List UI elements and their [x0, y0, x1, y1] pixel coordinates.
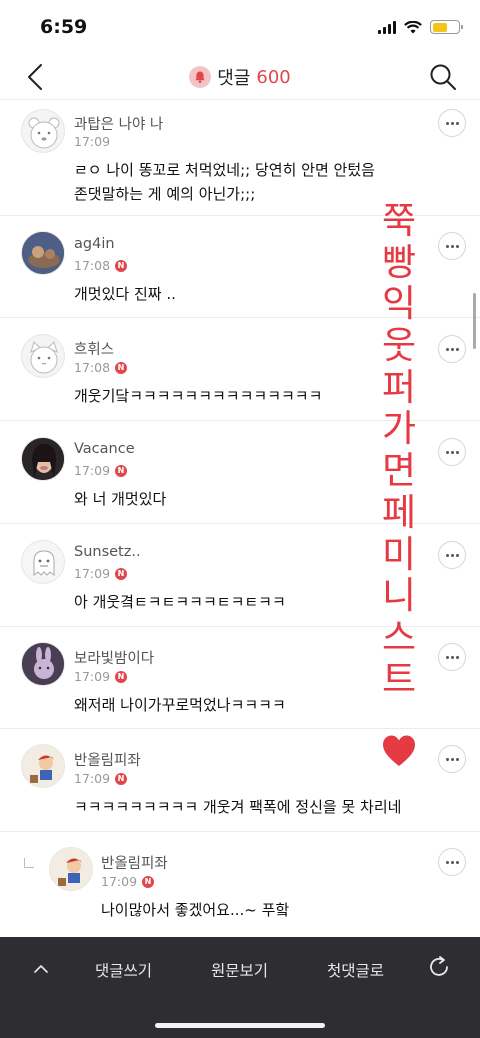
first-comment-button[interactable]: 첫댓글로 — [327, 959, 384, 981]
comment-author: 반올림피좌 — [74, 753, 141, 769]
comment-time: 17:09 — [74, 134, 111, 149]
comment-time: 17:09 — [74, 463, 111, 478]
new-badge: N — [115, 772, 128, 785]
comment-time: 17:09 — [74, 669, 111, 684]
overlay-char: 쭉 — [381, 199, 417, 242]
comment-author: 보라빛밤이다 — [74, 651, 155, 667]
comment-author: ag4in — [74, 236, 115, 252]
overlay-char: 면 — [381, 449, 417, 493]
new-badge: N — [115, 567, 128, 580]
comment-meta: 17:09 — [74, 134, 110, 149]
comment-body: ㅋㅋㅋㅋㅋㅋㅋㅋㅋ 개웃겨 팩폭에 정신을 못 차리네 — [74, 798, 402, 816]
comment-meta: 17:09 N — [74, 669, 128, 684]
comment-body: 와 너 개멋있다 — [74, 490, 167, 508]
scrollbar[interactable] — [473, 293, 476, 349]
more-button[interactable] — [438, 109, 466, 137]
view-original-button[interactable]: 원문보기 — [211, 959, 268, 981]
comment-time: 17:09 — [74, 566, 111, 581]
reply-indicator-icon — [24, 858, 34, 868]
wifi-icon — [404, 20, 422, 33]
bell-icon — [189, 66, 212, 88]
new-badge: N — [115, 464, 128, 477]
more-button[interactable] — [438, 541, 466, 569]
title-label: 댓글 — [217, 68, 251, 89]
cat-avatar[interactable] — [21, 334, 65, 378]
cartoon-avatar[interactable] — [21, 744, 65, 788]
signal-icon — [378, 20, 396, 34]
heart-icon — [383, 735, 415, 766]
status-icons — [378, 20, 463, 34]
comment-meta: 17:08 N — [74, 360, 128, 375]
refresh-icon[interactable] — [426, 954, 452, 980]
comment-time: 17:09 — [101, 874, 138, 889]
overlay-char: 웃 — [381, 324, 417, 368]
battery-icon — [430, 20, 463, 34]
more-button[interactable] — [438, 438, 466, 466]
nav-bar: 댓글 600 — [0, 56, 480, 100]
overlay-char: 페 — [381, 490, 417, 534]
comment-author: 반올림피좌 — [101, 856, 168, 872]
status-bar: 6:59 — [0, 0, 480, 56]
page-title: 댓글 600 — [0, 64, 480, 90]
comment-meta: 17:09 N — [101, 874, 155, 889]
comment-body: ㄹㅇ 나이 똥꼬로 처먹었네;; 당연히 안면 안텄음 존댓말하는 게 예의 아… — [74, 161, 375, 203]
reply-item: 반올림피좌 17:09 N 나이많아서 좋겠어요...~ 푸핰 — [0, 832, 480, 937]
more-button[interactable] — [438, 232, 466, 260]
comment-body: 개멋있다 진짜 .. — [74, 285, 176, 303]
comment-count: 600 — [256, 66, 291, 88]
scroll-up-icon[interactable] — [33, 961, 49, 977]
comment-meta: 17:09 N — [74, 463, 128, 478]
new-badge: N — [142, 875, 155, 888]
more-button[interactable] — [438, 643, 466, 671]
status-time: 6:59 — [40, 16, 88, 38]
comment-time: 17:08 — [74, 258, 111, 273]
new-badge: N — [115, 259, 128, 272]
comment-body: 아 개웃곀ㅌㅋㅌㅋㅋㅋㅌㅋㅌㅋㅋ — [74, 593, 286, 611]
comment-meta: 17:08 N — [74, 258, 128, 273]
comment-list[interactable]: 과탑은 나야 나 17:09 ㄹㅇ 나이 똥꼬로 처먹었네;; 당연히 안면 안… — [0, 101, 480, 937]
overlay-char: 니 — [381, 574, 417, 618]
more-button[interactable] — [438, 745, 466, 773]
ghost-avatar[interactable] — [21, 540, 65, 584]
comment-author: Vacance — [74, 441, 135, 457]
home-indicator[interactable] — [155, 1023, 325, 1028]
bottom-toolbar: 댓글쓰기 원문보기 첫댓글로 — [0, 937, 480, 1038]
bear-avatar[interactable] — [21, 109, 65, 153]
comment-body: 왜저래 나이가꾸로먹었나ㅋㅋㅋㅋ — [74, 696, 286, 714]
overlay-char: 가 — [381, 407, 417, 451]
write-comment-button[interactable]: 댓글쓰기 — [95, 959, 152, 981]
more-button[interactable] — [438, 335, 466, 363]
overlay-char: 퍼 — [381, 365, 417, 409]
overlay-caption: 쭉 빵 익 웃 퍼 가 면 페 미 니 스 트 — [379, 200, 419, 700]
person-avatar[interactable] — [21, 437, 65, 481]
comment-meta: 17:09 N — [74, 771, 128, 786]
comment-author: Sunsetz.. — [74, 544, 141, 560]
comment-time: 17:09 — [74, 771, 111, 786]
search-icon[interactable] — [428, 62, 458, 92]
comment-time: 17:08 — [74, 360, 111, 375]
photo-avatar[interactable] — [21, 231, 65, 275]
new-badge: N — [115, 670, 128, 683]
more-button[interactable] — [438, 848, 466, 876]
overlay-char: 스 — [381, 615, 417, 659]
overlay-char: 트 — [381, 657, 417, 701]
comment-author: 과탑은 나야 나 — [74, 117, 164, 133]
comment-body: 개웃기닼ㅋㅋㅋㅋㅋㅋㅋㅋㅋㅋㅋㅋㅋㅋ — [74, 387, 323, 405]
new-badge: N — [115, 361, 128, 374]
comment-body: 나이많아서 좋겠어요...~ 푸핰 — [101, 901, 290, 919]
overlay-char: 미 — [381, 532, 417, 576]
cartoon-avatar[interactable] — [49, 847, 93, 891]
comment-author: 흐휘스 — [74, 342, 115, 358]
overlay-char: 빵 — [381, 240, 417, 284]
comment-meta: 17:09 N — [74, 566, 128, 581]
rabbit-avatar[interactable] — [21, 642, 65, 686]
overlay-char: 익 — [381, 282, 417, 326]
